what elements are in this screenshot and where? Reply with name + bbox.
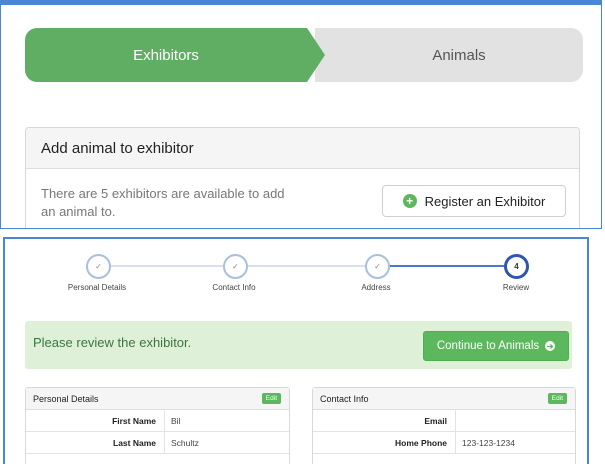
home-phone-label: Home Phone — [395, 437, 447, 448]
wizard-connector — [246, 265, 367, 267]
add-animal-card-title: Add animal to exhibitor — [26, 128, 579, 169]
table-row: First Name Bil — [26, 410, 289, 432]
progress-steps: Animals Exhibitors — [25, 28, 583, 82]
personal-details-header: Personal Details Edit — [26, 388, 289, 410]
wizard-step-address[interactable]: ✓ — [365, 254, 390, 279]
contact-info-card: Contact Info Edit Email Home Phone 123-1… — [312, 387, 576, 464]
arrow-right-circle-icon: ➔ — [545, 341, 556, 351]
continue-to-animals-label: Continue to Animals — [436, 340, 540, 352]
register-exhibitor-button[interactable]: + Register an Exhibitor — [382, 185, 566, 217]
exhibitors-available-message: There are 5 exhibitors are available to … — [41, 186, 285, 219]
register-exhibitor-label: Register an Exhibitor — [424, 193, 546, 209]
check-icon: ✓ — [232, 262, 239, 271]
column-divider — [164, 432, 165, 453]
check-icon: ✓ — [95, 262, 102, 271]
column-divider — [455, 432, 456, 453]
plus-circle-icon: + — [402, 194, 417, 208]
continue-to-animals-button[interactable]: Continue to Animals ➔ — [423, 331, 569, 361]
check-icon: ✓ — [374, 262, 381, 271]
edit-contact-info-button[interactable]: Edit — [547, 393, 567, 404]
first-name-value: Bil — [171, 415, 181, 426]
column-divider — [455, 410, 456, 431]
exhibitor-panel: Animals Exhibitors Add animal to exhibit… — [0, 0, 602, 229]
personal-details-card: Personal Details Edit First Name Bil Las… — [25, 387, 290, 464]
add-animal-card: Add animal to exhibitor There are 5 exhi… — [25, 127, 580, 228]
wizard-step-review[interactable]: 4 — [504, 254, 529, 279]
registration-wizard: ✓ Personal Details ✓ Contact Info ✓ Addr… — [5, 239, 587, 309]
wizard-label-address: Address — [361, 283, 391, 292]
wizard-connector — [389, 265, 507, 267]
contact-info-header: Contact Info Edit — [313, 388, 575, 410]
wizard-label-contact-info: Contact Info — [212, 283, 256, 292]
wizard-connector — [109, 265, 225, 267]
home-phone-value: 123-123-1234 — [462, 437, 515, 448]
step-exhibitors-label: Exhibitors — [133, 46, 199, 64]
wizard-label-personal-details: Personal Details — [67, 283, 127, 292]
contact-info-title: Contact Info — [320, 393, 369, 404]
step-animals-label: Animals — [432, 46, 486, 64]
step-animals[interactable]: Animals — [315, 28, 583, 82]
review-alert: Please review the exhibitor. Continue to… — [25, 321, 572, 369]
wizard-step-personal-details[interactable]: ✓ — [86, 254, 111, 279]
personal-details-title: Personal Details — [33, 393, 99, 404]
last-name-value: Schultz — [171, 437, 199, 448]
last-name-label: Last Name — [113, 437, 156, 448]
first-name-label: First Name — [112, 415, 156, 426]
table-row: Email — [313, 410, 575, 432]
table-row: Home Phone 123-123-1234 — [313, 432, 575, 454]
wizard-label-review: Review — [502, 283, 530, 292]
email-label: Email — [424, 415, 447, 426]
table-row: Last Name Schultz — [26, 432, 289, 454]
review-alert-message: Please review the exhibitor. — [33, 335, 192, 350]
column-divider — [164, 410, 165, 431]
wizard-step-contact-info[interactable]: ✓ — [223, 254, 248, 279]
edit-personal-details-button[interactable]: Edit — [261, 393, 281, 404]
step-number: 4 — [514, 262, 519, 271]
exhibitor-review-panel: ✓ Personal Details ✓ Contact Info ✓ Addr… — [3, 237, 589, 464]
